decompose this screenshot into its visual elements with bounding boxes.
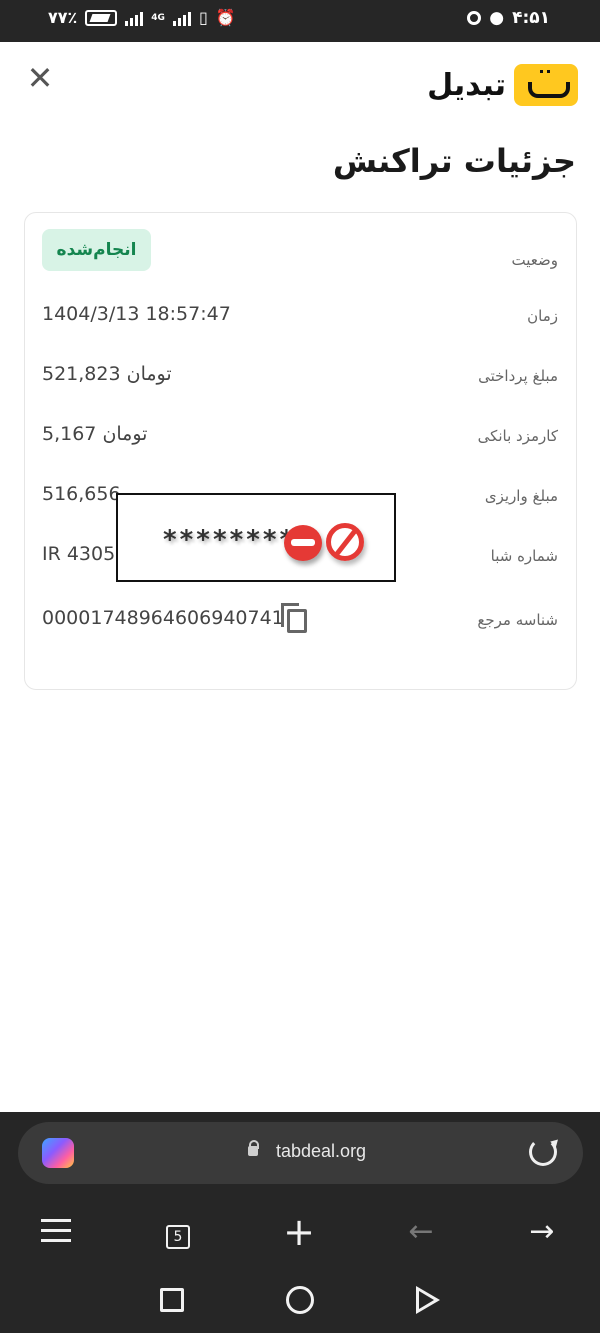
signal-icon xyxy=(125,10,144,26)
status-badge: انجام‌شده xyxy=(42,229,151,271)
back-arrow-icon[interactable]: ← xyxy=(401,1212,441,1252)
brand: تبدیل xyxy=(427,64,578,106)
reload-icon[interactable] xyxy=(529,1138,557,1166)
brand-name: تبدیل xyxy=(427,67,506,103)
network-type: 4G xyxy=(151,12,165,23)
new-tab-icon[interactable]: + xyxy=(279,1212,319,1252)
clock: ۴:۵۱ xyxy=(512,8,550,28)
time-value: 1404/3/13 18:57:47 xyxy=(42,303,231,325)
transaction-details-card: وضعیت انجام‌شده زمان 1404/3/13 18:57:47 … xyxy=(24,212,577,690)
signal-icon-2 xyxy=(172,10,191,26)
prohibited-icon xyxy=(326,523,364,561)
back-triangle-icon[interactable] xyxy=(416,1286,440,1314)
close-icon[interactable]: ✕ xyxy=(24,62,56,94)
sheba-value: IR 4305 xyxy=(42,543,116,565)
no-entry-icon xyxy=(284,525,322,561)
tabs-button[interactable]: 5 xyxy=(158,1212,198,1252)
lock-icon[interactable] xyxy=(248,1140,259,1156)
chat-icon: ● xyxy=(489,8,505,28)
status-label: وضعیت xyxy=(511,251,558,269)
vibrate-icon: ▯ xyxy=(198,8,208,27)
forward-arrow-icon[interactable]: → xyxy=(522,1212,562,1252)
browser-nav-row: 5 + ← → xyxy=(0,1212,600,1252)
url-text[interactable]: tabdeal.org xyxy=(276,1141,366,1162)
deposit-amount-label: مبلغ واریزی xyxy=(484,487,558,505)
battery-icon xyxy=(85,9,118,26)
status-right: ● ۴:۵۱ xyxy=(467,8,550,28)
recents-icon[interactable] xyxy=(160,1288,184,1312)
row-status: وضعیت انجام‌شده xyxy=(25,227,576,287)
battery-percent: ۷۷٪ xyxy=(48,8,78,27)
copilot-icon[interactable] xyxy=(42,1138,74,1168)
reference-label: شناسه مرجع xyxy=(477,611,558,629)
row-paid-amount: مبلغ پرداختی 521,823 تومان xyxy=(25,357,576,397)
row-bank-fee: کارمزد بانکی 5,167 تومان xyxy=(25,417,576,457)
system-nav-bar xyxy=(0,1280,600,1320)
redaction-stars: ******** xyxy=(162,525,296,555)
deposit-amount-value: 516,656 xyxy=(42,483,121,505)
row-reference: شناسه مرجع 0000174896460694074​1 xyxy=(25,601,576,641)
copy-icon[interactable] xyxy=(279,601,309,635)
reference-value: 0000174896460694074​1 xyxy=(42,607,284,629)
home-icon[interactable] xyxy=(286,1286,314,1314)
row-time: زمان 1404/3/13 18:57:47 xyxy=(25,297,576,337)
menu-icon[interactable] xyxy=(36,1212,76,1252)
tab-count: 5 xyxy=(166,1225,190,1249)
paid-amount-label: مبلغ پرداختی xyxy=(478,367,558,385)
paid-amount-value: 521,823 تومان xyxy=(42,363,172,385)
browser-bottom-bar: tabdeal.org 5 + ← → xyxy=(0,1112,600,1333)
time-label: زمان xyxy=(527,307,558,325)
status-left: ۷۷٪ 4G ▯ ⏰ xyxy=(48,8,236,27)
status-bar: ۷۷٪ 4G ▯ ⏰ ● ۴:۵۱ xyxy=(0,0,600,42)
alarm-icon: ⏰ xyxy=(215,8,236,27)
sheba-label: شماره شبا xyxy=(490,547,558,565)
chrome-icon xyxy=(467,11,482,25)
bank-fee-value: 5,167 تومان xyxy=(42,423,148,445)
bank-fee-label: کارمزد بانکی xyxy=(477,427,558,445)
tabdeal-logo-icon xyxy=(514,64,578,106)
address-bar[interactable]: tabdeal.org xyxy=(18,1122,583,1184)
redaction-overlay: ******** xyxy=(116,493,396,582)
page-title: جزئیات تراکنش xyxy=(332,142,576,180)
